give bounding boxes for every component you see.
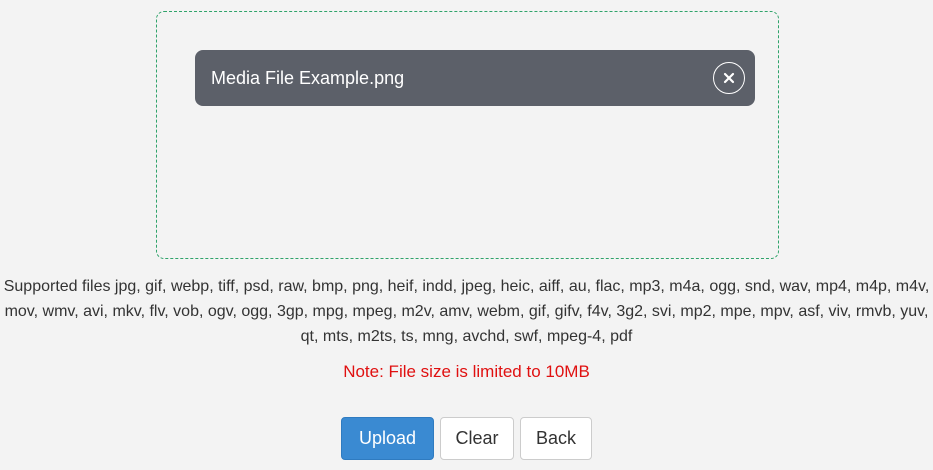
action-buttons: Upload Clear Back <box>0 417 933 460</box>
file-dropzone[interactable]: Media File Example.png <box>156 11 779 259</box>
supported-files-text: Supported files jpg, gif, webp, tiff, ps… <box>3 278 930 345</box>
close-icon <box>723 72 735 84</box>
file-name: Media File Example.png <box>211 67 405 88</box>
remove-file-button[interactable] <box>713 62 745 94</box>
clear-button[interactable]: Clear <box>440 417 514 460</box>
back-button[interactable]: Back <box>520 417 592 460</box>
selected-file-item: Media File Example.png <box>195 50 755 106</box>
upload-button[interactable]: Upload <box>341 417 434 460</box>
file-size-note: Note: File size is limited to 10MB <box>343 362 590 381</box>
upload-page: Media File Example.png Supported files j… <box>0 0 933 470</box>
